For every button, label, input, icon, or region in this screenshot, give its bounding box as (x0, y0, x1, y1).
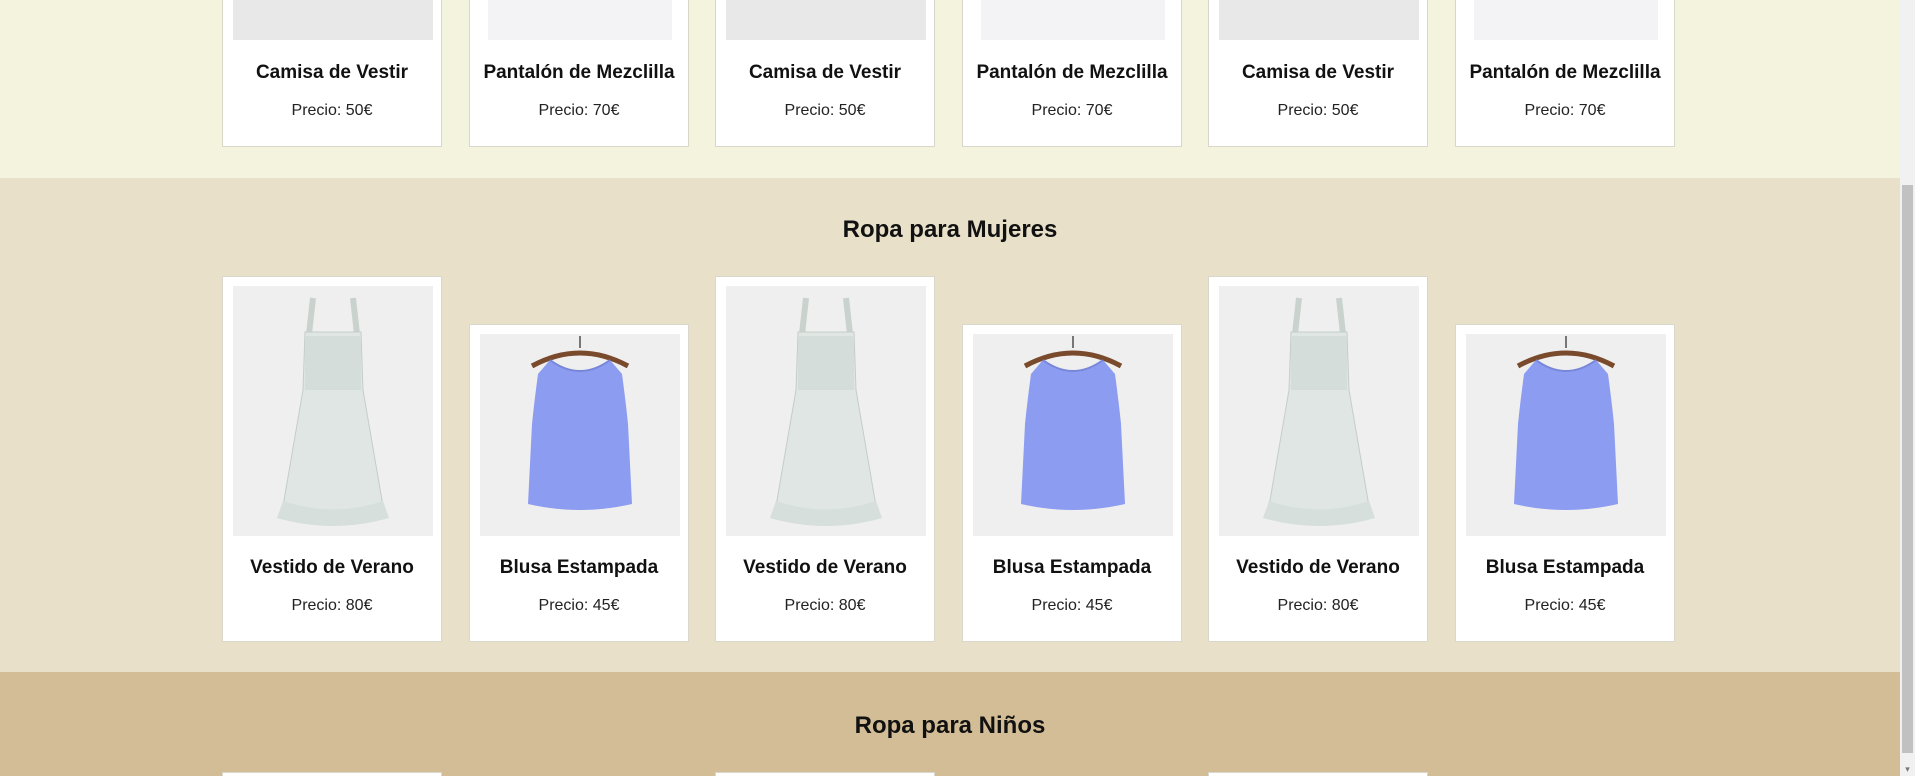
product-image (981, 0, 1165, 40)
product-price: Precio: 70€ (538, 102, 620, 119)
product-name: Blusa Estampada (499, 557, 659, 578)
product-name: Pantalón de Mezclilla (1469, 62, 1661, 83)
product-card[interactable] (715, 772, 935, 776)
product-price: Precio: 50€ (291, 102, 373, 119)
product-name: Pantalón de Mezclilla (483, 62, 675, 83)
blouse-image (480, 334, 680, 536)
product-card[interactable]: Vestido de Verano Precio: 80€ (222, 276, 442, 642)
product-price: Precio: 70€ (1524, 102, 1606, 119)
summer-dress-image (726, 286, 926, 536)
product-card[interactable] (1208, 772, 1428, 776)
product-card[interactable]: Camisa de Vestir Precio: 50€ (715, 0, 935, 147)
product-image (488, 0, 672, 40)
summer-dress-image (233, 286, 433, 536)
product-price: Precio: 50€ (784, 102, 866, 119)
product-image (1474, 0, 1658, 40)
product-card[interactable]: Vestido de Verano Precio: 80€ (715, 276, 935, 642)
product-card[interactable]: Pantalón de Mezclilla Precio: 70€ (962, 0, 1182, 147)
product-image (726, 0, 926, 40)
product-name: Blusa Estampada (992, 557, 1152, 578)
women-section: Ropa para Mujeres Vestido de Verano Prec… (0, 178, 1900, 672)
scroll-down-arrow-icon[interactable]: ▾ (1900, 762, 1915, 776)
product-card[interactable]: Vestido de Verano Precio: 80€ (1208, 276, 1428, 642)
product-card[interactable]: Blusa Estampada Precio: 45€ (469, 324, 689, 642)
product-card[interactable]: Pantalón de Mezclilla Precio: 70€ (1455, 0, 1675, 147)
product-name: Blusa Estampada (1485, 557, 1645, 578)
product-image (1219, 0, 1419, 40)
product-card[interactable]: Camisa de Vestir Precio: 50€ (1208, 0, 1428, 147)
product-name: Camisa de Vestir (255, 62, 409, 83)
scrollbar-thumb[interactable] (1902, 185, 1913, 753)
kids-section: Ropa para Niños (0, 672, 1900, 776)
product-name: Camisa de Vestir (1241, 62, 1395, 83)
section-title: Ropa para Mujeres (842, 216, 1058, 243)
product-card[interactable]: Pantalón de Mezclilla Precio: 70€ (469, 0, 689, 147)
product-name: Vestido de Verano (250, 557, 414, 578)
men-section: Camisa de Vestir Precio: 50€ Pantalón de… (0, 0, 1900, 178)
product-name: Vestido de Verano (743, 557, 907, 578)
blouse-image (973, 334, 1173, 536)
product-price: Precio: 45€ (1031, 597, 1113, 614)
product-card[interactable]: Blusa Estampada Precio: 45€ (962, 324, 1182, 642)
summer-dress-image (1219, 286, 1419, 536)
product-price: Precio: 70€ (1031, 102, 1113, 119)
product-card[interactable]: Camisa de Vestir Precio: 50€ (222, 0, 442, 147)
product-price: Precio: 80€ (784, 597, 866, 614)
product-image (233, 0, 433, 40)
product-name: Vestido de Verano (1236, 557, 1400, 578)
page-viewport: Camisa de Vestir Precio: 50€ Pantalón de… (0, 0, 1900, 776)
vertical-scrollbar[interactable]: ▾ (1900, 0, 1915, 776)
product-price: Precio: 80€ (291, 597, 373, 614)
product-name: Pantalón de Mezclilla (976, 62, 1168, 83)
product-card[interactable] (222, 772, 442, 776)
product-card[interactable]: Blusa Estampada Precio: 45€ (1455, 324, 1675, 642)
product-price: Precio: 80€ (1277, 597, 1359, 614)
section-title: Ropa para Niños (854, 712, 1046, 739)
product-price: Precio: 45€ (538, 597, 620, 614)
product-price: Precio: 50€ (1277, 102, 1359, 119)
blouse-image (1466, 334, 1666, 536)
product-name: Camisa de Vestir (748, 62, 902, 83)
product-price: Precio: 45€ (1524, 597, 1606, 614)
